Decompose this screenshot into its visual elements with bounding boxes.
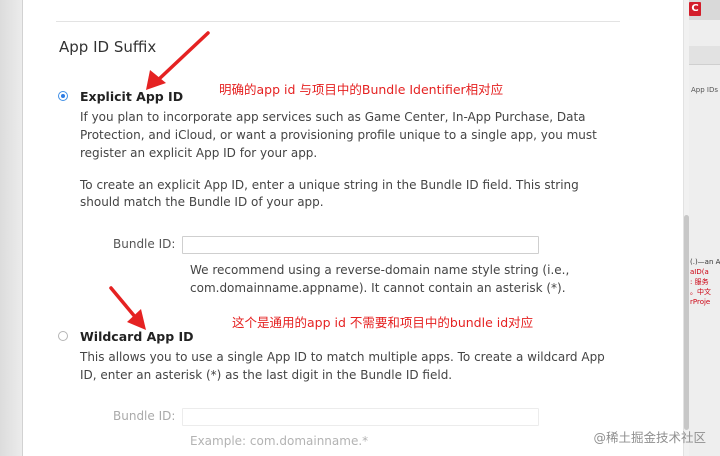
background-window: C App IDs (.)—an App aID(a : 服务 。中文 rPro… — [689, 0, 720, 456]
wildcard-arrow — [109, 286, 146, 330]
annotation-arrows — [109, 31, 210, 330]
background-text-line: rProje — [690, 298, 711, 306]
explicit-arrow — [146, 31, 210, 90]
background-app-logo: C — [689, 2, 701, 16]
background-window-toolbar — [689, 46, 720, 65]
background-text-line: (.)—an App — [690, 258, 720, 266]
background-text-line: aID(a — [690, 268, 709, 276]
background-text-line: App IDs — [691, 86, 719, 94]
watermark: @稀土掘金技术社区 — [593, 430, 706, 445]
background-text-line: 。中文 — [690, 288, 711, 296]
background-text-line: : 服务 — [690, 278, 709, 286]
